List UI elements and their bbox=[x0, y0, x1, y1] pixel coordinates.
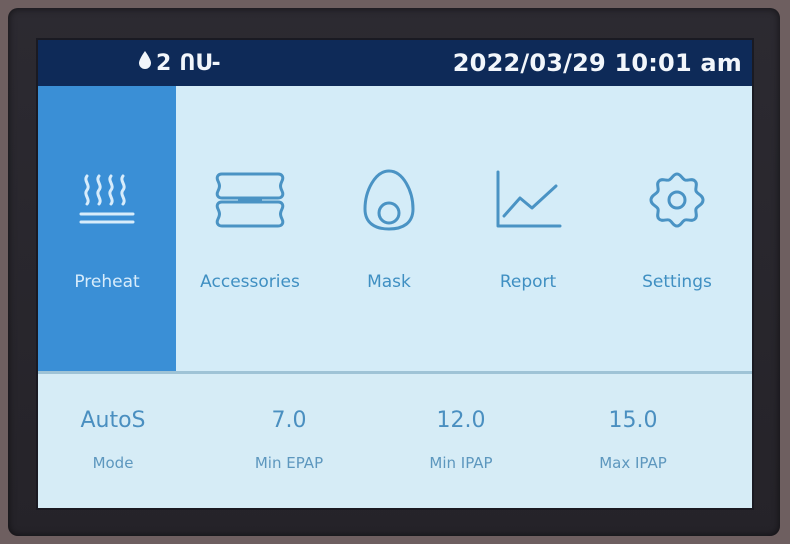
param-mode: AutoS Mode bbox=[38, 374, 188, 508]
menu-item-mask[interactable]: Mask bbox=[324, 86, 454, 371]
water-drop-icon bbox=[138, 50, 152, 76]
mask-icon bbox=[349, 160, 429, 240]
param-value: AutoS bbox=[80, 408, 146, 433]
menu-label-report: Report bbox=[499, 272, 557, 292]
menu-label-preheat: Preheat bbox=[74, 272, 140, 292]
param-name: Min IPAP bbox=[429, 454, 493, 472]
menu-item-report[interactable]: Report bbox=[454, 86, 602, 371]
device-screen: 2 ՈՍ- 2022/03/29 10:01 am Preheat Access… bbox=[36, 38, 754, 510]
param-name: Mode bbox=[92, 454, 134, 472]
param-min-epap: 7.0 Min EPAP bbox=[214, 374, 364, 508]
param-max-ipap: 15.0 Max IPAP bbox=[558, 374, 708, 508]
status-bar: 2 ՈՍ- 2022/03/29 10:01 am bbox=[38, 40, 752, 86]
menu-item-settings[interactable]: Settings bbox=[602, 86, 752, 371]
main-menu: Preheat Accessories Mask Report Settings bbox=[38, 86, 752, 371]
param-value: 7.0 bbox=[271, 408, 307, 433]
menu-label-accessories: Accessories bbox=[200, 272, 300, 292]
signal-icon: ՈՍ- bbox=[179, 50, 221, 76]
accessories-icon bbox=[210, 160, 290, 240]
param-name: Max IPAP bbox=[599, 454, 667, 472]
therapy-params: AutoS Mode 7.0 Min EPAP 12.0 Min IPAP 15… bbox=[38, 374, 752, 508]
param-value: 15.0 bbox=[608, 408, 658, 433]
param-name: Min EPAP bbox=[254, 454, 324, 472]
water-level: 2 bbox=[156, 50, 172, 76]
datetime: 2022/03/29 10:01 am bbox=[452, 49, 742, 77]
report-icon bbox=[488, 160, 568, 240]
menu-label-settings: Settings bbox=[642, 272, 712, 292]
preheat-icon bbox=[67, 160, 147, 240]
menu-item-preheat[interactable]: Preheat bbox=[38, 86, 176, 371]
param-value: 12.0 bbox=[436, 408, 486, 433]
param-min-ipap: 12.0 Min IPAP bbox=[386, 374, 536, 508]
settings-icon bbox=[637, 160, 717, 240]
menu-item-accessories[interactable]: Accessories bbox=[176, 86, 324, 371]
status-left: 2 ՈՍ- bbox=[138, 46, 221, 80]
menu-label-mask: Mask bbox=[367, 272, 411, 292]
